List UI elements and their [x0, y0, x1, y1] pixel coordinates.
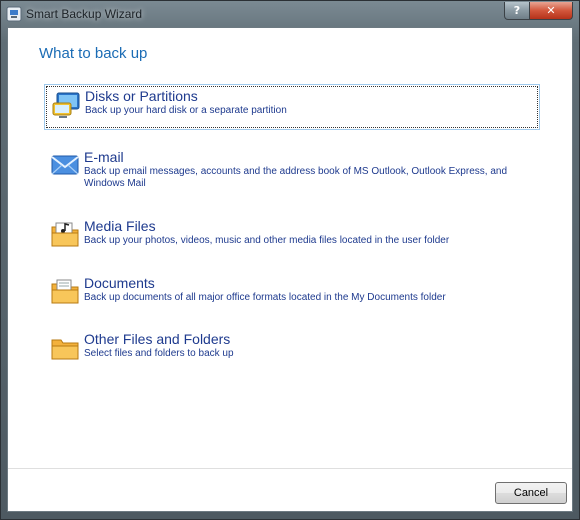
option-description: Back up email messages, accounts and the… [84, 166, 508, 189]
close-button[interactable]: ✕ [530, 2, 573, 20]
option-title: Other Files and Folders [84, 331, 231, 347]
option-description: Back up documents of all major office fo… [84, 292, 446, 303]
option-description: Back up your hard disk or a separate par… [85, 105, 287, 116]
cancel-button[interactable]: Cancel [495, 482, 567, 504]
footer-divider [8, 468, 572, 469]
window-title: Smart Backup Wizard [26, 7, 143, 21]
option-other-files-folders[interactable]: Other Files and Folders Select files and… [46, 330, 538, 366]
wizard-content: What to back up Disks or Partitions Back… [7, 27, 573, 512]
option-title: E-mail [84, 149, 124, 165]
title-bar[interactable]: Smart Backup Wizard ? ✕ [1, 1, 579, 27]
documents-folder-icon [50, 276, 82, 308]
envelope-icon [50, 150, 82, 182]
option-title: Media Files [84, 218, 156, 234]
wizard-window: Smart Backup Wizard ? ✕ What to back up … [0, 0, 580, 520]
option-description: Select files and folders to back up [84, 348, 234, 359]
folder-icon [50, 332, 82, 364]
option-title: Disks or Partitions [85, 88, 198, 104]
app-icon [6, 6, 22, 22]
option-media-files[interactable]: Media Files Back up your photos, videos,… [46, 217, 538, 253]
option-documents[interactable]: Documents Back up documents of all major… [46, 274, 538, 310]
page-heading: What to back up [39, 45, 148, 62]
option-disks-partitions[interactable]: Disks or Partitions Back up your hard di… [44, 84, 540, 130]
option-title: Documents [84, 275, 155, 291]
option-description: Back up your photos, videos, music and o… [84, 235, 450, 246]
media-folder-icon [50, 219, 82, 251]
caption-buttons: ? ✕ [504, 2, 573, 20]
help-button[interactable]: ? [504, 2, 530, 20]
option-email[interactable]: E-mail Back up email messages, accounts … [46, 148, 538, 192]
monitor-icon [51, 89, 83, 121]
